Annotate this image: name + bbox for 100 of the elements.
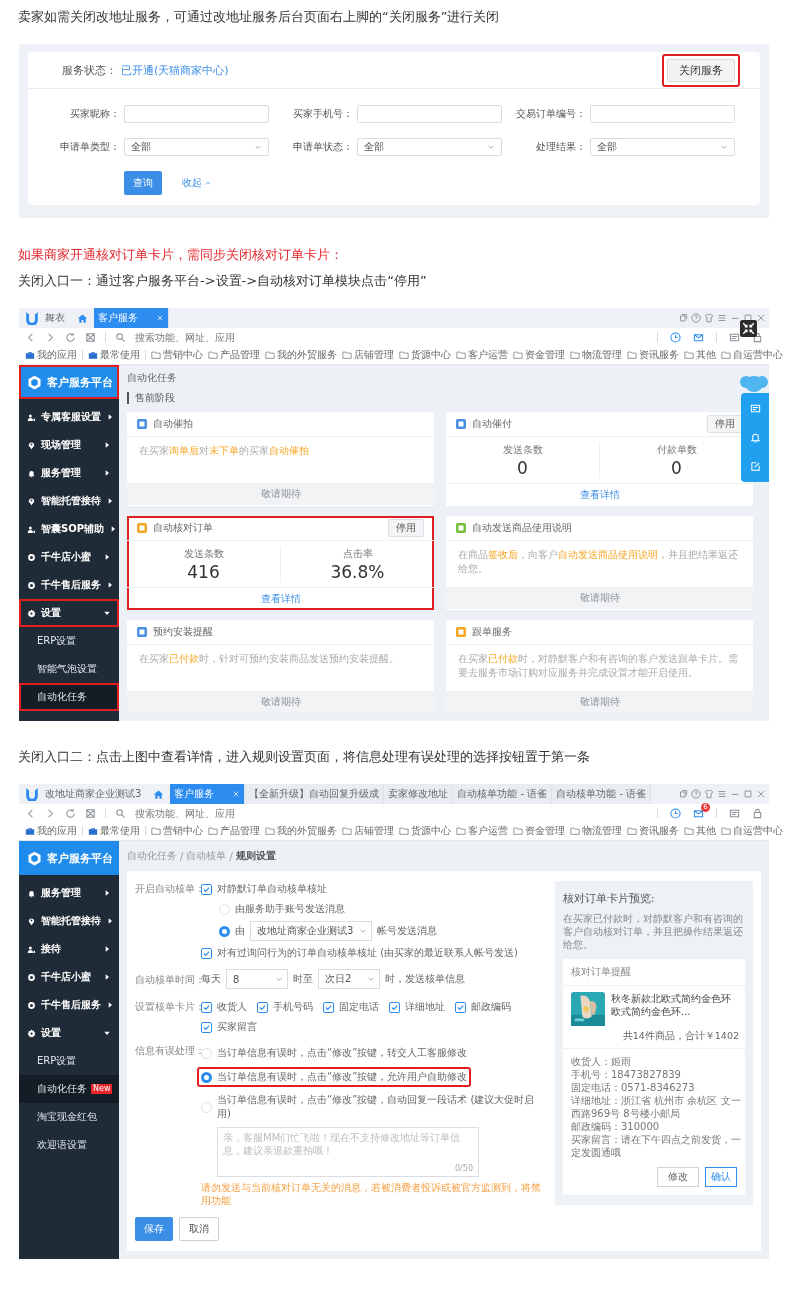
save-button[interactable]: 保存	[135, 1217, 173, 1241]
forward-icon[interactable]	[45, 331, 56, 343]
browser-tab[interactable]: 卖家修改地址	[384, 784, 454, 804]
bookmark[interactable]: 店铺管理	[342, 348, 394, 362]
bookmark[interactable]: 最常使用	[88, 824, 140, 838]
browser-tab[interactable]: 客户服务	[94, 308, 169, 328]
hour-select[interactable]: 8	[226, 969, 288, 989]
shirt-icon[interactable]	[704, 789, 714, 799]
bookmark[interactable]: 资讯服务	[627, 348, 679, 362]
clock-icon[interactable]	[670, 331, 681, 343]
card-icon[interactable]	[729, 807, 740, 819]
bookmark[interactable]: 客户运营	[456, 348, 508, 362]
card-icon[interactable]	[729, 331, 740, 343]
details-link[interactable]: 查看详情	[127, 587, 434, 610]
submenu-item[interactable]: 欢迎语设置	[19, 1131, 119, 1159]
menu-item[interactable]: 专属客服设置	[19, 403, 119, 431]
back-icon[interactable]	[25, 807, 36, 819]
checkbox[interactable]	[389, 1001, 400, 1013]
browser-tab[interactable]: 【全新升级】自动回复升级成	[245, 784, 385, 804]
mail-icon[interactable]	[693, 331, 704, 343]
checkbox[interactable]	[201, 1021, 212, 1033]
menu-item[interactable]: 千牛售后服务	[19, 571, 119, 599]
menu-item[interactable]: 设置	[19, 599, 119, 627]
bookmark[interactable]: 产品管理	[208, 348, 260, 362]
back-icon[interactable]	[25, 331, 36, 343]
query-button[interactable]: 查询	[124, 171, 162, 195]
confirm-button[interactable]: 确认	[705, 1167, 737, 1187]
input-field[interactable]	[124, 105, 269, 123]
bookmark[interactable]: 资金管理	[513, 348, 565, 362]
bookmark[interactable]: 最常使用	[88, 348, 140, 362]
menu-item[interactable]: 服务管理	[19, 879, 119, 907]
browser-tab[interactable]: 自动核单功能 - 语雀	[552, 784, 652, 804]
menu-icon[interactable]	[717, 789, 727, 799]
clock-icon[interactable]	[670, 807, 681, 819]
bookmark[interactable]: 其他	[684, 348, 716, 362]
menu-item[interactable]: 智能托管接待	[19, 907, 119, 935]
copy-icon[interactable]	[678, 313, 688, 323]
cancel-button[interactable]: 取消	[179, 1217, 219, 1241]
bookmark[interactable]: 营销中心	[151, 824, 203, 838]
bookmark[interactable]: 资金管理	[513, 824, 565, 838]
select-field[interactable]: 全部	[357, 138, 502, 156]
bookmark[interactable]: 自运营中心	[721, 348, 783, 362]
copy-icon[interactable]	[678, 789, 688, 799]
exit-fullscreen-icon[interactable]	[740, 320, 757, 337]
menu-item[interactable]: 设置	[19, 1019, 119, 1047]
maximize-icon[interactable]	[743, 313, 753, 323]
home-icon[interactable]	[153, 788, 165, 800]
disable-button[interactable]: 停用	[707, 415, 743, 433]
submenu-item[interactable]: ERP设置	[19, 627, 119, 655]
bookmark[interactable]: 客户运营	[456, 824, 508, 838]
bookmark[interactable]: 其他	[684, 824, 716, 838]
bookmark[interactable]: 我的应用	[25, 348, 77, 362]
checkbox[interactable]	[201, 883, 212, 895]
mascot-icon[interactable]	[739, 373, 769, 393]
platform-header[interactable]: 客户服务平台	[19, 365, 119, 399]
menu-item[interactable]: 千牛店小蜜	[19, 963, 119, 991]
bookmark[interactable]: 资讯服务	[627, 824, 679, 838]
bookmark[interactable]: 物流管理	[570, 348, 622, 362]
radio-button[interactable]	[219, 925, 230, 937]
bookmark[interactable]: 物流管理	[570, 824, 622, 838]
select-field[interactable]: 全部	[124, 138, 269, 156]
close-icon[interactable]	[756, 789, 766, 799]
radio-button[interactable]	[201, 1071, 212, 1083]
details-link[interactable]: 查看详情	[446, 483, 753, 506]
bookmark[interactable]: 我的外贸服务	[265, 348, 337, 362]
platform-header[interactable]: 客户服务平台	[19, 841, 119, 875]
select-field[interactable]: 全部	[590, 138, 735, 156]
forward-icon[interactable]	[45, 807, 56, 819]
card-icon[interactable]	[749, 403, 761, 414]
browser-tab[interactable]: 自动核单功能 - 语雀	[453, 784, 553, 804]
menu-item[interactable]: 服务管理	[19, 459, 119, 487]
crossed-box-icon[interactable]	[85, 807, 96, 819]
bookmark[interactable]: 货源中心	[399, 824, 451, 838]
edit-button[interactable]: 修改	[657, 1167, 699, 1187]
search-field[interactable]: 搜索功能、网址、应用	[135, 807, 335, 819]
bookmark[interactable]: 自运营中心	[721, 824, 783, 838]
bookmark[interactable]: 营销中心	[151, 348, 203, 362]
refresh-icon[interactable]	[65, 331, 76, 343]
hour-select[interactable]: 次日2	[318, 969, 380, 989]
menu-icon[interactable]	[717, 313, 727, 323]
checkbox[interactable]	[455, 1001, 466, 1013]
menu-item[interactable]: 智囊SOP辅助	[19, 515, 119, 543]
browser-tab[interactable]: 客户服务	[170, 784, 246, 804]
menu-item[interactable]: 千牛店小蜜	[19, 543, 119, 571]
menu-item[interactable]: 现场管理	[19, 431, 119, 459]
submenu-item[interactable]: ERP设置	[19, 1047, 119, 1075]
mail-icon[interactable]	[693, 807, 704, 819]
menu-item[interactable]: 接待	[19, 935, 119, 963]
help-icon[interactable]	[691, 313, 701, 323]
bookmark[interactable]: 我的外贸服务	[265, 824, 337, 838]
account-select[interactable]: 改地址商家企业测试3	[250, 921, 373, 941]
bookmark[interactable]: 产品管理	[208, 824, 260, 838]
checkbox[interactable]	[257, 1001, 268, 1013]
crossed-box-icon[interactable]	[85, 331, 96, 343]
disable-button[interactable]: 停用	[388, 519, 424, 537]
bag-icon[interactable]	[752, 331, 763, 343]
checkbox[interactable]	[323, 1001, 334, 1013]
bookmark[interactable]: 我的应用	[25, 824, 77, 838]
help-icon[interactable]	[691, 789, 701, 799]
refresh-icon[interactable]	[65, 807, 76, 819]
